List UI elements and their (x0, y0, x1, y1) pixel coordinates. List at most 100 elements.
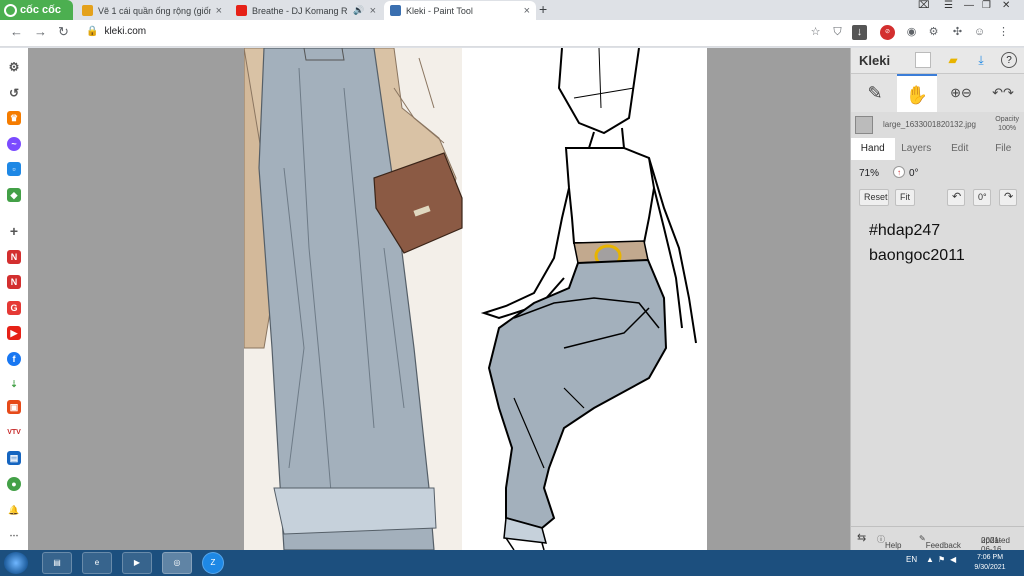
url-text: kleki.com (104, 26, 147, 37)
undo-redo-icon[interactable]: ↶↷ (983, 74, 1023, 112)
history-icon[interactable]: ↺ (7, 86, 21, 100)
shield-icon[interactable]: ⛉ (830, 25, 845, 40)
brush-tool-icon[interactable]: ✎ (855, 74, 895, 112)
profile-icon[interactable]: ☺ (972, 25, 987, 40)
settings-icon[interactable]: ⚙ (7, 60, 21, 74)
import-icon[interactable]: ▰ (945, 52, 961, 68)
forward-icon[interactable]: → (34, 24, 47, 39)
youtube-icon[interactable]: ▶ (7, 326, 21, 340)
back-icon[interactable]: ← (10, 24, 23, 39)
rotate-right-icon[interactable]: ↷ (999, 189, 1017, 206)
new-tab-button[interactable]: + (539, 1, 547, 17)
view-controls-row: Reset Fit ↶ 0° ↷ (851, 186, 1024, 210)
browser-sidebar: ⚙ ↺ ♛ ~ ▫ ◆ + N N G ▶ f ⇣ ▣ VTV ▤ ● 🔔 ⋯ (0, 48, 28, 550)
coccoc-logo[interactable]: cốc cốc (0, 0, 73, 20)
speaker-icon[interactable]: 🔊 (353, 5, 364, 16)
rotate-value[interactable]: 0° (973, 189, 991, 206)
reset-button[interactable]: Reset (859, 189, 889, 206)
news-icon[interactable]: N (7, 250, 21, 264)
feedback-label: Feedback (925, 541, 961, 550)
bookmark-star-icon[interactable]: ☆ (808, 25, 823, 40)
coccoc-taskbar-icon[interactable]: ◎ (162, 552, 192, 574)
hand-tool-icon[interactable]: ✋ (897, 74, 937, 112)
save-icon[interactable]: ⤓ (973, 52, 989, 68)
minimize-icon[interactable]: — (964, 0, 974, 11)
feedback-link[interactable]: ✎ Feedback (919, 534, 961, 550)
kleki-tabs: Hand Layers Edit File (851, 138, 1024, 160)
more-icon[interactable]: ⋯ (7, 528, 21, 542)
volume-icon[interactable]: ◀ (950, 555, 956, 564)
tab-file[interactable]: File (982, 138, 1024, 160)
facebook-icon[interactable]: f (7, 352, 21, 366)
zalo-icon[interactable]: Z (202, 552, 224, 574)
angle-value: 0° (909, 168, 919, 179)
kleki-favicon-icon (390, 5, 401, 16)
kleki-footer: ⇆ ⓘ Help ✎ Feedback updated 2021-06-16 (851, 526, 1024, 554)
new-image-icon[interactable] (915, 52, 931, 68)
more-menu-icon[interactable]: ⋮ (996, 25, 1011, 40)
start-button-icon[interactable] (4, 552, 28, 574)
browser-toolbar: ← → ↻ 🔒 kleki.com ☆ ⛉ ↓ ⊘ ◉ ⚙ ✣ ☺ ⋮ (0, 20, 1024, 47)
browser-logo-text: cốc cốc (20, 4, 61, 16)
puzzle-icon[interactable]: ✣ (950, 25, 965, 40)
layer-thumbnail[interactable] (855, 116, 873, 134)
app-icon[interactable]: ▫ (7, 162, 21, 176)
fit-button[interactable]: Fit (895, 189, 915, 206)
tab-drawing-article[interactable]: Vẽ 1 cái quần ống rộng (giống × (76, 1, 228, 20)
gmail-icon[interactable]: G (7, 301, 21, 315)
help-icon[interactable]: ? (1001, 52, 1017, 68)
tray-arrow-icon[interactable]: ▲ (926, 555, 934, 564)
tab-kleki[interactable]: Kleki - Paint Tool × (384, 1, 536, 20)
vtv-icon[interactable]: VTV (7, 426, 21, 440)
close-tab-icon[interactable]: × (216, 5, 222, 17)
tab-title: Breathe - DJ Komang Rimex (252, 5, 348, 16)
tab-hand[interactable]: Hand (851, 138, 895, 160)
compass-icon[interactable]: ↑ (893, 166, 905, 178)
windows-taskbar: ▤ e ▶ ◎ Z EN ▲ ⚑ ◀ 7:06 PM 9/30/2021 (0, 550, 1024, 576)
media-player-icon[interactable]: ▶ (122, 552, 152, 574)
tab-layers[interactable]: Layers (895, 138, 939, 160)
menu-icon[interactable]: ☰ (944, 0, 953, 11)
zoom-in-out-icon[interactable]: ⊕⊖ (941, 74, 981, 112)
internet-explorer-icon[interactable]: e (82, 552, 112, 574)
news-2-icon[interactable]: N (7, 275, 21, 289)
crown-icon[interactable]: ♛ (7, 111, 21, 125)
kleki-tools: ✎ ✋ ⊕⊖ ↶↷ (851, 74, 1024, 112)
tab-strip: cốc cốc Vẽ 1 cái quần ống rộng (giống × … (0, 0, 1024, 20)
zoom-row: 71% ↑ 0° (851, 162, 1024, 186)
address-bar[interactable]: 🔒 kleki.com (86, 26, 146, 37)
swap-icon[interactable]: ⇆ (857, 531, 866, 544)
phonebook-icon[interactable]: ▤ (7, 451, 21, 465)
map-icon[interactable]: ● (7, 477, 21, 491)
help-link[interactable]: ⓘ Help (877, 534, 901, 550)
rotate-left-icon[interactable]: ↶ (947, 189, 965, 206)
coccoc-logo-icon (4, 3, 17, 17)
screenshot-icon[interactable]: ⌧ (918, 0, 930, 11)
messenger-icon[interactable]: ~ (7, 137, 21, 151)
game-icon[interactable]: ◆ (7, 188, 21, 202)
add-icon[interactable]: + (7, 224, 21, 238)
language-indicator[interactable]: EN (906, 555, 917, 564)
taskbar-clock[interactable]: 7:06 PM 9/30/2021 (964, 553, 1016, 573)
explorer-icon[interactable]: ▤ (42, 552, 72, 574)
close-tab-icon[interactable]: × (370, 5, 376, 17)
tab-edit[interactable]: Edit (938, 138, 982, 160)
drawing-canvas[interactable] (244, 48, 707, 550)
download-icon[interactable]: ↓ (852, 25, 867, 40)
close-window-icon[interactable]: ✕ (1002, 0, 1010, 11)
adblock-icon[interactable]: ⊘ (880, 25, 895, 40)
download-arrow-icon[interactable]: ⇣ (7, 377, 21, 391)
flag-icon[interactable]: ⚑ (938, 555, 945, 564)
reload-icon[interactable]: ↻ (58, 24, 69, 40)
kleki-canvas-area[interactable] (28, 48, 850, 550)
close-tab-icon[interactable]: × (524, 5, 530, 17)
extension-2-icon[interactable]: ⚙ (926, 25, 941, 40)
extension-icon[interactable]: ◉ (904, 25, 919, 40)
tab-title: Kleki - Paint Tool (406, 5, 473, 16)
shop-icon[interactable]: ▣ (7, 400, 21, 414)
restore-icon[interactable]: ❐ (982, 0, 991, 11)
help-label: Help (885, 541, 902, 550)
opacity-readout[interactable]: Opacity 100% (995, 115, 1019, 133)
tab-youtube-breathe[interactable]: Breathe - DJ Komang Rimex 🔊 × (230, 1, 382, 20)
bell-icon[interactable]: 🔔 (7, 503, 21, 517)
